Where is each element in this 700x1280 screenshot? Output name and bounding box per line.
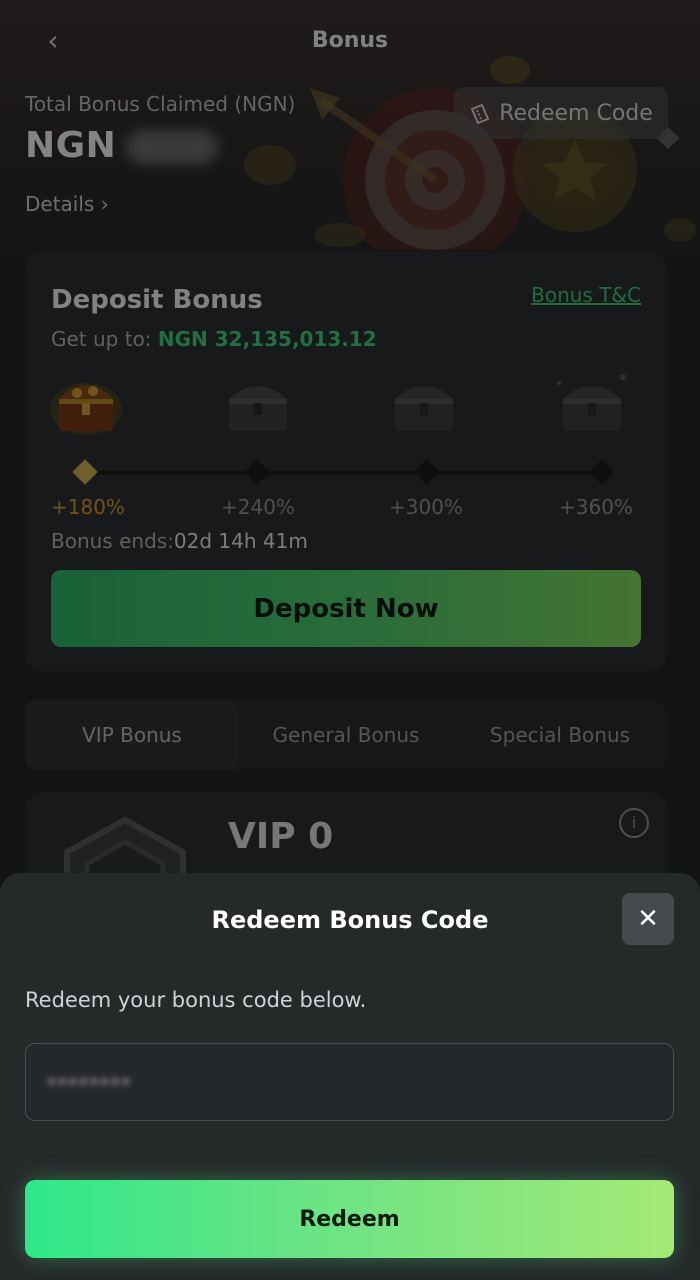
close-icon: ✕ — [637, 904, 659, 934]
modal-description: Redeem your bonus code below. — [25, 988, 367, 1012]
modal-title: Redeem Bonus Code — [211, 906, 489, 934]
redeem-button[interactable]: Redeem — [25, 1180, 674, 1258]
bonus-code-input[interactable]: •••••••• — [25, 1043, 674, 1121]
bonus-code-value: •••••••• — [46, 1071, 131, 1093]
redeem-bonus-code-sheet: Redeem Bonus Code ✕ Redeem your bonus co… — [0, 873, 700, 1280]
close-button[interactable]: ✕ — [622, 893, 674, 945]
